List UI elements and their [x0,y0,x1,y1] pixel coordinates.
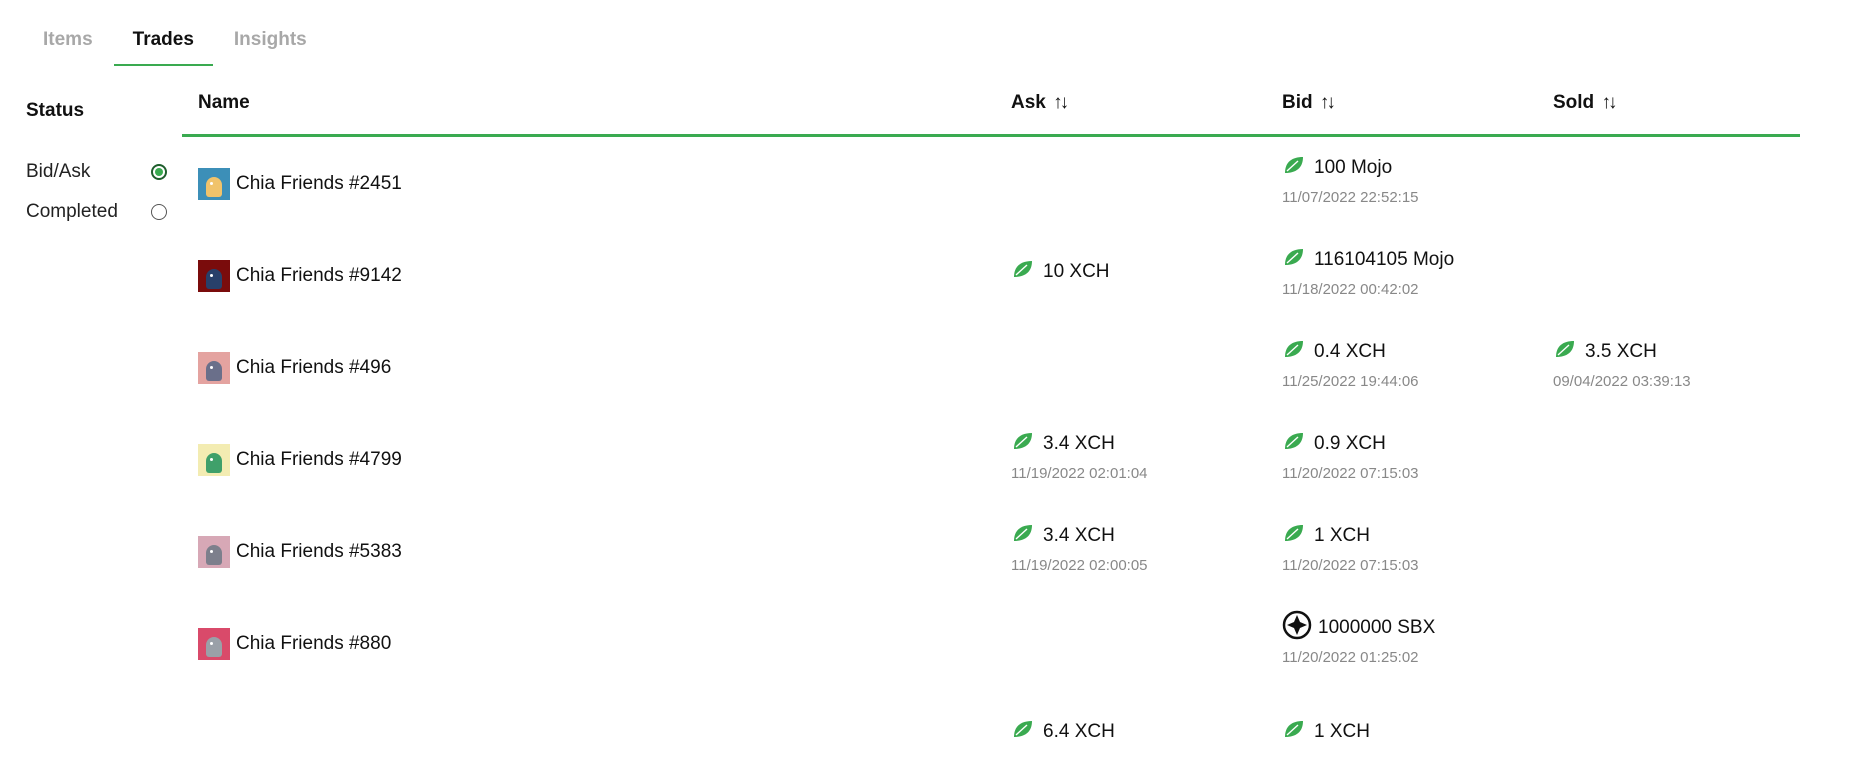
column-header-bid[interactable]: Bid ↑↓ [1282,92,1336,114]
nft-thumbnail [198,444,230,476]
status-title: Status [26,100,85,121]
price-value: 116104105 Mojo [1314,249,1455,270]
price-value: 0.4 XCH [1314,341,1386,362]
price-cell: 3.4 XCH 11/19/2022 02:01:04 [1011,431,1148,482]
table-body: Chia Friends #2451 100 Mojo 11/07/2022 22:… [182,137,1800,781]
item-name: Chia Friends #4799 [236,449,402,470]
table-row[interactable]: Chia Friends #2451 100 Mojo 11/07/2022 22:… [182,137,1800,229]
item-name-cell[interactable]: Chia Friends #5383 [198,536,402,568]
price-date: 11/20/2022 01:25:02 [1282,649,1419,666]
price-cell: 10 XCH [1011,259,1110,285]
table-row[interactable]: 6.4 XCH 1 XCH [182,689,1800,781]
status-option-bid-ask[interactable]: Bid/Ask [26,152,171,192]
item-name: Chia Friends #2451 [236,173,402,194]
item-name: Chia Friends #880 [236,633,392,654]
leaf-icon [1282,717,1314,747]
sbx-icon [1282,610,1318,646]
leaf-icon [1282,153,1314,183]
trades-table: Name Ask ↑↓ Bid ↑↓ Sold ↑↓ Chia Friends … [182,74,1800,781]
price-date: 11/20/2022 07:15:03 [1282,465,1419,482]
tab-insights[interactable]: Insights [215,18,326,66]
table-row[interactable]: Chia Friends #4799 3.4 XCH 11/19/2022 02:0… [182,413,1800,505]
price-value: 6.4 XCH [1043,721,1115,742]
price-cell: 1 XCH 11/20/2022 07:15:03 [1282,523,1419,574]
leaf-icon [1282,337,1314,367]
price-cell: 0.9 XCH 11/20/2022 07:15:03 [1282,431,1419,482]
price-cell: 1000000 SBX 11/20/2022 01:25:02 [1282,610,1436,666]
item-name-cell[interactable]: Chia Friends #496 [198,352,391,384]
column-header-name[interactable]: Name [198,92,250,114]
price-date: 11/07/2022 22:52:15 [1282,189,1419,206]
nft-thumbnail [198,352,230,384]
price-value: 3.4 XCH [1043,525,1115,546]
radio-checked[interactable] [151,164,167,180]
sort-icon[interactable]: ↑↓ [1320,92,1336,113]
item-name-cell[interactable]: Chia Friends #4799 [198,444,402,476]
price-value: 100 Mojo [1314,157,1393,178]
column-header-ask[interactable]: Ask ↑↓ [1011,92,1069,114]
status-option-label: Bid/Ask [26,161,91,182]
price-value: 1 XCH [1314,525,1370,546]
nft-thumbnail [198,168,230,200]
price-date: 11/20/2022 07:15:03 [1282,557,1419,574]
table-header: Name Ask ↑↓ Bid ↑↓ Sold ↑↓ [182,74,1800,137]
item-name: Chia Friends #496 [236,357,392,378]
leaf-icon [1011,429,1043,459]
price-value: 1 XCH [1314,721,1370,742]
status-option-label: Completed [26,201,118,222]
price-cell: 3.4 XCH 11/19/2022 02:00:05 [1011,523,1148,574]
price-value: 0.9 XCH [1314,433,1386,454]
price-cell: 116104105 Mojo 11/18/2022 00:42:02 [1282,247,1454,298]
price-cell: 0.4 XCH 11/25/2022 19:44:06 [1282,339,1419,390]
item-name: Chia Friends #9142 [236,265,402,286]
tab-items[interactable]: Items [24,18,112,66]
leaf-icon [1553,337,1585,367]
price-value: 3.4 XCH [1043,433,1115,454]
leaf-icon [1282,429,1314,459]
price-cell: 3.5 XCH 09/04/2022 03:39:13 [1553,339,1691,390]
leaf-icon [1011,717,1043,747]
price-date: 11/18/2022 00:42:02 [1282,281,1419,298]
price-date: 11/19/2022 02:00:05 [1011,557,1148,574]
sort-icon[interactable]: ↑↓ [1601,92,1617,113]
nft-thumbnail [198,536,230,568]
item-name-cell[interactable]: Chia Friends #880 [198,628,391,660]
leaf-icon [1011,521,1043,551]
column-header-sold[interactable]: Sold ↑↓ [1553,92,1617,114]
item-name: Chia Friends #5383 [236,541,402,562]
status-option-completed[interactable]: Completed [26,192,171,232]
nft-thumbnail [198,260,230,292]
price-cell: 1 XCH [1282,719,1370,745]
nft-thumbnail [198,628,230,660]
sort-icon[interactable]: ↑↓ [1053,92,1069,113]
price-value: 10 XCH [1043,261,1110,282]
table-row[interactable]: Chia Friends #496 0.4 XCH 11/25/2022 19:44… [182,321,1800,413]
radio-unchecked[interactable] [151,204,167,220]
price-cell: 6.4 XCH [1011,719,1115,745]
price-date: 11/19/2022 02:01:04 [1011,465,1148,482]
leaf-icon [1282,245,1314,275]
table-row[interactable]: Chia Friends #880 1000000 SBX 11/20/2022 0… [182,597,1800,689]
price-value: 1000000 SBX [1318,617,1436,638]
price-cell: 100 Mojo 11/07/2022 22:52:15 [1282,155,1419,206]
table-row[interactable]: Chia Friends #9142 10 XCH 116104105 Mojo 11… [182,229,1800,321]
tab-trades[interactable]: Trades [113,18,213,66]
price-date: 11/25/2022 19:44:06 [1282,373,1419,390]
table-row[interactable]: Chia Friends #5383 3.4 XCH 11/19/2022 02:0… [182,505,1800,597]
price-value: 3.5 XCH [1585,341,1657,362]
leaf-icon [1011,257,1043,287]
price-date: 09/04/2022 03:39:13 [1553,373,1691,390]
item-name-cell[interactable]: Chia Friends #9142 [198,260,402,292]
tab-bar: Items Trades Insights [24,18,328,66]
status-filter: Status Bid/Ask Completed [26,100,171,232]
item-name-cell[interactable]: Chia Friends #2451 [198,168,402,200]
leaf-icon [1282,521,1314,551]
